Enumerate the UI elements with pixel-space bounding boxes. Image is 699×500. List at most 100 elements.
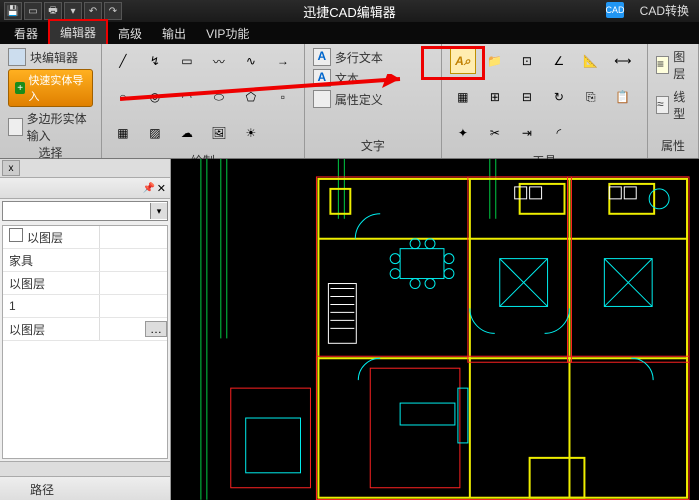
fillet-tool-icon[interactable]: ◜ <box>546 120 572 146</box>
polyline-tool-icon[interactable]: ↯ <box>142 48 168 74</box>
block-editor-button[interactable]: 块编辑器 <box>8 48 78 66</box>
paste-tool-icon[interactable]: 📋 <box>610 84 636 110</box>
text-button[interactable]: A 文本 <box>313 69 359 87</box>
attrdef-icon <box>313 90 331 108</box>
qat-undo-icon[interactable]: ↶ <box>84 2 102 20</box>
prop-val-1[interactable] <box>99 226 167 248</box>
ribbon-group-tools: A⌕ 📁 ⊡ ∠ 📐 ⟷ ▦ ⊞ ⊟ ↻ ⎘ 📋 ✦ ✂ ⇥ ◜ <box>442 44 648 158</box>
attrdef-label: 属性定义 <box>335 91 383 108</box>
selection-combo[interactable]: ▾ <box>2 201 168 221</box>
image-tool-icon[interactable]: 🖼 <box>206 120 232 146</box>
hatch-tool-icon[interactable]: ▦ <box>110 120 136 146</box>
drawing-canvas[interactable] <box>171 159 699 500</box>
prop-row-layer2[interactable]: 以图层 <box>3 272 167 295</box>
panel-scrollbar[interactable] <box>0 461 170 476</box>
linetype-button[interactable]: ≈ 线型 <box>656 88 690 122</box>
ribbon-group-select: 块编辑器 + 快速实体导入 多边形实体输入 选择 <box>0 44 102 158</box>
menu-advanced[interactable]: 高级 <box>108 22 152 45</box>
prop-row-layer1[interactable]: 以图层 <box>3 226 167 249</box>
find-text-button[interactable]: A⌕ <box>450 48 476 74</box>
dimension-tool-icon[interactable]: ⟷ <box>610 48 636 74</box>
group-label-text: 文字 <box>313 137 433 158</box>
path-tool-icon[interactable]: 〰 <box>206 48 232 74</box>
qat-print-icon[interactable]: 🖶 <box>44 2 62 20</box>
block-editor-icon <box>8 48 26 66</box>
angle-tool-icon[interactable]: ∠ <box>546 48 572 74</box>
polygon-input-button[interactable]: 多边形实体输入 <box>8 110 93 144</box>
prop-val-4[interactable] <box>99 295 167 317</box>
spline-tool-icon[interactable]: ∿ <box>238 48 264 74</box>
prop-row-layer3[interactable]: 以图层 … <box>3 318 167 341</box>
plus-icon: + <box>15 82 25 94</box>
panel-close-x[interactable]: ✕ <box>157 182 166 195</box>
grid-tool-icon[interactable]: ▦ <box>450 84 476 110</box>
prop-row-one[interactable]: 1 <box>3 295 167 318</box>
property-grid[interactable]: 以图层 家具 以图层 1 以图层 … <box>2 225 168 459</box>
folder-tool-icon[interactable]: 📁 <box>482 48 508 74</box>
explode-tool-icon[interactable]: ✦ <box>450 120 476 146</box>
target-tool-icon[interactable]: ◎ <box>142 84 168 110</box>
menu-vip[interactable]: VIP功能 <box>196 22 259 45</box>
line-tool-icon[interactable]: ╱ <box>110 48 136 74</box>
extend-tool-icon[interactable]: ⇥ <box>514 120 540 146</box>
prop-val-3[interactable] <box>99 272 167 294</box>
mtext-label: 多行文本 <box>335 49 383 66</box>
app-title: 迅捷CAD编辑器 <box>303 2 395 21</box>
ellipsis-button[interactable]: … <box>145 321 167 337</box>
block-editor-label: 块编辑器 <box>30 49 78 66</box>
prop-label-bylayer3: 以图层 <box>3 321 99 338</box>
qat-save-icon[interactable]: 💾 <box>4 2 22 20</box>
square-tool-icon[interactable]: ▫ <box>270 84 296 110</box>
prop-row-furniture[interactable]: 家具 <box>3 249 167 272</box>
copy-tool-icon[interactable]: ⎘ <box>578 84 604 110</box>
qat-redo-icon[interactable]: ↷ <box>104 2 122 20</box>
trim-tool-icon[interactable]: ✂ <box>482 120 508 146</box>
menu-bar: 看器 编辑器 高级 输出 VIP功能 <box>0 22 699 44</box>
checkbox-icon[interactable] <box>9 228 23 242</box>
path-bar: 路径 <box>0 476 170 500</box>
linetype-icon: ≈ <box>656 96 669 114</box>
qat-open-icon[interactable]: ▭ <box>24 2 42 20</box>
offset-tool-icon[interactable]: ⊞ <box>482 84 508 110</box>
linetype-label: 线型 <box>673 88 690 122</box>
mtext-button[interactable]: A 多行文本 <box>313 48 383 66</box>
pin-icon[interactable]: 📌 <box>143 183 153 193</box>
polygon-input-icon <box>8 118 23 136</box>
cad-badge-icon: CAD <box>606 2 624 18</box>
layer-icon: ≡ <box>656 56 669 74</box>
menu-output[interactable]: 输出 <box>152 22 196 45</box>
arrow-tool-icon[interactable]: → <box>270 48 296 74</box>
menu-editor[interactable]: 编辑器 <box>48 19 108 46</box>
properties-panel: x 📌 ✕ ▾ 以图层 家具 以图层 1 <box>0 159 171 500</box>
qat-drop-icon[interactable]: ▾ <box>64 2 82 20</box>
attrdef-button[interactable]: 属性定义 <box>313 90 383 108</box>
prop-label-bylayer2: 以图层 <box>3 275 99 292</box>
snap-tool-icon[interactable]: ⊡ <box>514 48 540 74</box>
cloud-tool-icon[interactable]: ☁ <box>174 120 200 146</box>
sun-tool-icon[interactable]: ☀ <box>238 120 264 146</box>
circle-tool-icon[interactable]: ○ <box>110 84 136 110</box>
arc-tool-icon[interactable]: ◠ <box>174 84 200 110</box>
chevron-down-icon: ▾ <box>150 203 167 219</box>
ribbon-group-props: ≡ 图层 ≈ 线型 属性 <box>648 44 699 158</box>
menu-viewer[interactable]: 看器 <box>4 22 48 45</box>
ribbon: 块编辑器 + 快速实体导入 多边形实体输入 选择 ╱ ↯ ▭ 〰 ∿ → <box>0 44 699 159</box>
array-tool-icon[interactable]: ⊟ <box>514 84 540 110</box>
text-icon: A <box>313 69 331 87</box>
text-label: 文本 <box>335 70 359 87</box>
workspace: x 📌 ✕ ▾ 以图层 家具 以图层 1 <box>0 159 699 500</box>
ellipse-tool-icon[interactable]: ⬭ <box>206 84 232 110</box>
prop-val-5[interactable]: … <box>99 318 167 340</box>
mtext-icon: A <box>313 48 331 66</box>
measure-tool-icon[interactable]: 📐 <box>578 48 604 74</box>
prop-label-one: 1 <box>3 299 99 313</box>
refresh-tool-icon[interactable]: ↻ <box>546 84 572 110</box>
cad-convert-button[interactable]: CAD转换 <box>640 2 689 19</box>
polygon-tool-icon[interactable]: ⬠ <box>238 84 264 110</box>
layer-button[interactable]: ≡ 图层 <box>656 48 690 82</box>
prop-val-2[interactable] <box>99 249 167 271</box>
group-label-select: 选择 <box>8 144 93 165</box>
region-tool-icon[interactable]: ▨ <box>142 120 168 146</box>
fast-import-button[interactable]: + 快速实体导入 <box>8 69 93 107</box>
rect-tool-icon[interactable]: ▭ <box>174 48 200 74</box>
